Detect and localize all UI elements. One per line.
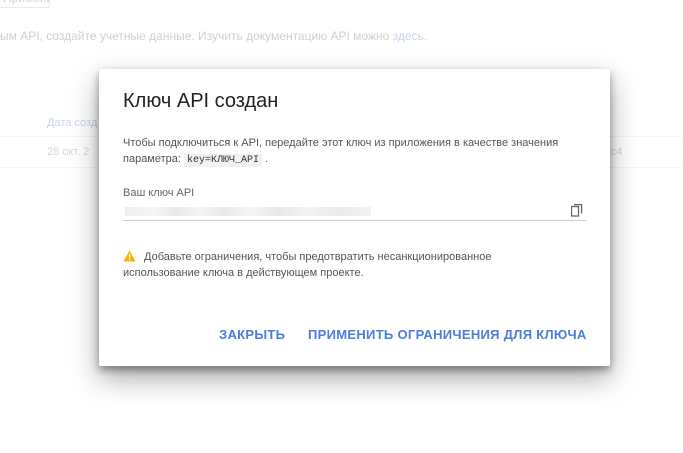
- close-button[interactable]: ЗАКРЫТЬ: [219, 327, 285, 342]
- dialog-actions: ЗАКРЫТЬ ПРИМЕНИТЬ ОГРАНИЧЕНИЯ ДЛЯ КЛЮЧА: [99, 327, 610, 347]
- api-key-label: Ваш ключ API: [123, 187, 195, 199]
- param-code: key=КЛЮЧ_API: [184, 154, 263, 167]
- api-key-value[interactable]: [125, 207, 371, 216]
- page: Применить ым API, создайте учетные данны…: [0, 0, 683, 453]
- warning-text: Добавьте ограничения, чтобы предотвратит…: [123, 251, 492, 279]
- api-key-field[interactable]: [123, 201, 586, 221]
- dialog-description: Чтобы подключиться к API, передайте этот…: [123, 135, 583, 169]
- api-key-created-dialog: Ключ API создан Чтобы подключиться к API…: [99, 69, 610, 366]
- restrict-key-button[interactable]: ПРИМЕНИТЬ ОГРАНИЧЕНИЯ ДЛЯ КЛЮЧА: [308, 327, 587, 342]
- description-end: .: [262, 153, 269, 165]
- copy-icon[interactable]: [570, 203, 583, 217]
- dialog-title: Ключ API создан: [123, 90, 279, 112]
